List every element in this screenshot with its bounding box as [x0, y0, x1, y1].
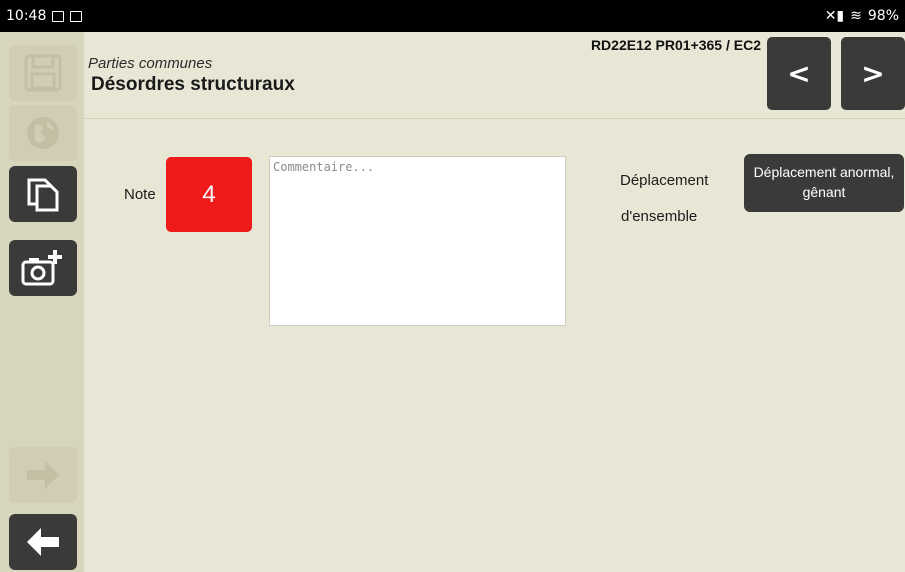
- displacement-label-line2: d'ensemble: [621, 208, 698, 225]
- note-value-button[interactable]: 4: [166, 157, 252, 232]
- note-label: Note: [124, 186, 156, 203]
- globe-button[interactable]: [9, 105, 77, 161]
- battery-level: 98%: [867, 8, 899, 24]
- arrow-left-icon: [27, 528, 59, 556]
- camera-plus-icon: [21, 250, 62, 286]
- next-button[interactable]: >: [841, 37, 905, 110]
- previous-button[interactable]: <: [767, 37, 831, 110]
- globe-icon: [27, 117, 59, 149]
- sidebar: [0, 32, 84, 572]
- asset-code: RD22E12 PR01+365 / EC2: [590, 37, 761, 53]
- floppy-disk-icon: [24, 54, 62, 92]
- page-title: Désordres structuraux: [91, 74, 295, 95]
- status-bar: 10:48 ✕▮ ≋ 98%: [0, 0, 905, 32]
- next-arrow-button[interactable]: [9, 447, 77, 503]
- comment-field[interactable]: [269, 156, 566, 326]
- add-photo-button[interactable]: [9, 240, 77, 296]
- image-notification-icon: [70, 10, 83, 22]
- displacement-value-button[interactable]: Déplacement anormal, gênant: [744, 154, 904, 212]
- save-button[interactable]: [9, 45, 77, 101]
- header-divider: [84, 118, 905, 119]
- arrow-right-icon: [27, 461, 59, 489]
- copy-button[interactable]: [9, 166, 77, 222]
- back-button[interactable]: [9, 514, 77, 570]
- wifi-icon: ≋: [850, 8, 862, 24]
- copy-documents-icon: [27, 178, 59, 212]
- signal-icon: ✕▮: [824, 8, 845, 24]
- header: Parties communes Désordres structuraux R…: [84, 32, 905, 118]
- displacement-label: Déplacement: [620, 172, 709, 189]
- section-subtitle: Parties communes: [88, 55, 213, 72]
- gallery-notification-icon: [52, 10, 65, 22]
- status-time: 10:48: [6, 8, 47, 24]
